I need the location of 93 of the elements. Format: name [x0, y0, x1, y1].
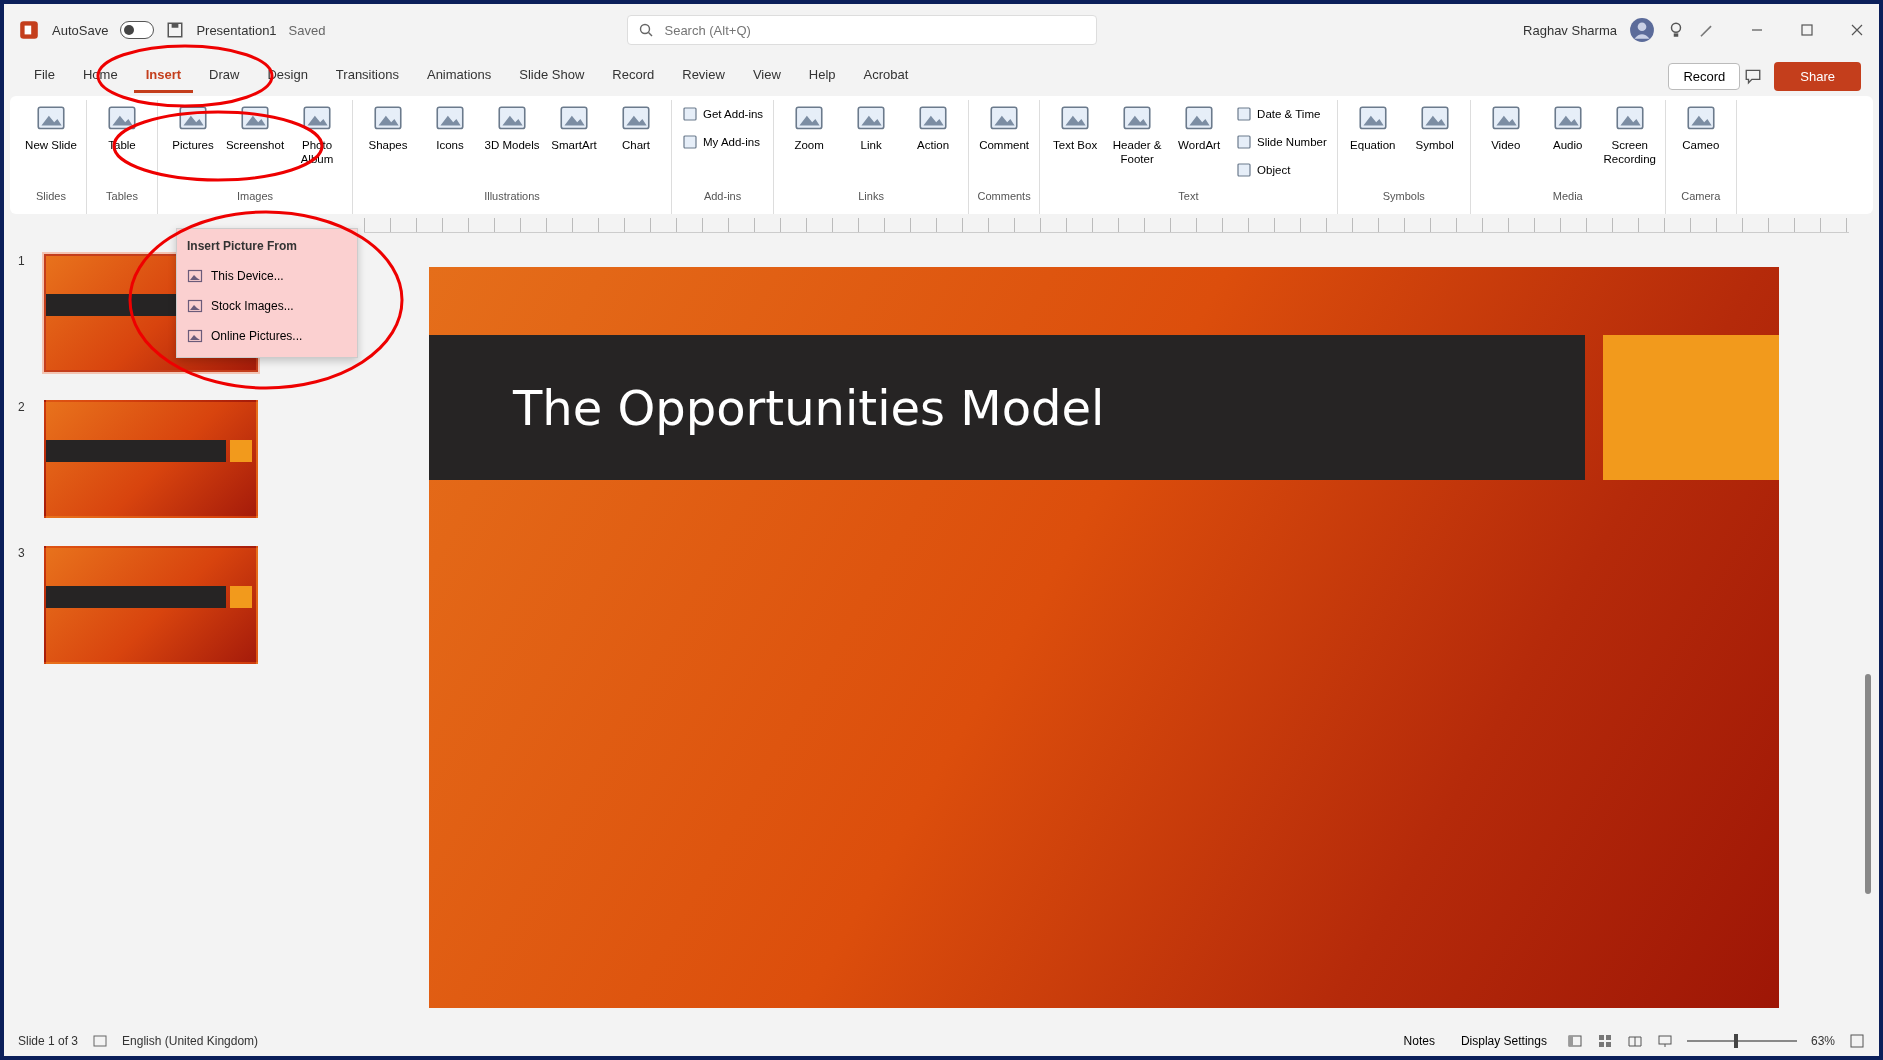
tile-icon: [1236, 162, 1253, 178]
ribbon-button[interactable]: 3D Models: [481, 100, 543, 188]
autosave-label: AutoSave: [52, 22, 109, 38]
group-label: Links: [857, 190, 885, 204]
normal-view-icon[interactable]: [1566, 1033, 1583, 1049]
search-field[interactable]: Search (Alt+Q): [627, 15, 1098, 45]
menu-item[interactable]: Online Pictures...: [177, 321, 357, 351]
group-label: Illustrations: [483, 190, 541, 204]
maximize-icon[interactable]: [1799, 22, 1815, 38]
ribbon-button[interactable]: Screenshot: [224, 100, 286, 188]
ribbon-button[interactable]: Pictures: [162, 100, 224, 188]
ribbon-button[interactable]: My Add-ins: [676, 128, 770, 156]
grid-view-icon[interactable]: [1596, 1033, 1613, 1049]
ribbon-button[interactable]: Header & Footer: [1106, 100, 1169, 188]
notes-button[interactable]: Notes: [1397, 1033, 1441, 1049]
language-status[interactable]: English (United Kingdom): [122, 1034, 259, 1048]
share-button[interactable]: Share: [1774, 61, 1861, 91]
scrollbar[interactable]: [1865, 674, 1871, 894]
ribbon-button[interactable]: Comment: [973, 100, 1036, 188]
ribbon-button[interactable]: Link: [840, 100, 903, 188]
ribbon-button[interactable]: Audio: [1536, 100, 1599, 188]
save-icon[interactable]: [166, 21, 185, 39]
group-label: Slides: [35, 190, 67, 204]
group-label: Text: [1177, 190, 1200, 204]
ribbon-tab[interactable]: Insert: [133, 59, 194, 93]
ribbon-tab[interactable]: View: [740, 59, 793, 93]
ribbon-button[interactable]: Icons: [419, 100, 481, 188]
group-label: Camera: [1680, 190, 1722, 204]
ribbon-button[interactable]: Get Add-ins: [676, 100, 770, 128]
slide-info: Slide 1 of 3: [18, 1034, 79, 1048]
ribbon-button[interactable]: SmartArt: [543, 100, 605, 188]
zoom-slider-thumb[interactable]: [1734, 1034, 1739, 1048]
tile-icon: [682, 106, 698, 122]
ribbon-button[interactable]: Cameo: [1669, 100, 1732, 188]
close-icon[interactable]: [1849, 22, 1865, 38]
ribbon-tab[interactable]: Slide Show: [507, 59, 597, 93]
slide-thumbnail[interactable]: [44, 546, 258, 664]
ribbon-button[interactable]: Video: [1474, 100, 1537, 188]
search-icon: [638, 22, 655, 38]
slide-number: 2: [18, 400, 26, 414]
image-icon: [187, 298, 203, 314]
group-label: Symbols: [1381, 190, 1426, 204]
slideshow-icon[interactable]: [1656, 1033, 1673, 1049]
ribbon-button[interactable]: Slide Number: [1230, 128, 1333, 156]
group-label: Media: [1551, 190, 1584, 204]
ribbon-tab[interactable]: Acrobat: [851, 59, 921, 93]
ribbon-button[interactable]: Shapes: [357, 100, 419, 188]
group-label: Images: [235, 190, 275, 204]
avatar-icon[interactable]: [1629, 17, 1655, 43]
ribbon-tab[interactable]: Review: [670, 59, 737, 93]
tile-icon: [682, 134, 698, 150]
comment-icon[interactable]: [1744, 67, 1763, 85]
ribbon-button[interactable]: Text Box: [1044, 100, 1107, 188]
user-name: Raghav Sharma: [1523, 22, 1617, 38]
zoom-level[interactable]: 63%: [1810, 1034, 1835, 1048]
search-input[interactable]: Search (Alt+Q): [662, 21, 1087, 39]
reading-view-icon[interactable]: [1626, 1033, 1643, 1049]
ribbon-tab[interactable]: Transitions: [323, 59, 411, 93]
ribbon-button[interactable]: WordArt: [1168, 100, 1231, 188]
menu-item[interactable]: Stock Images...: [177, 291, 357, 321]
slide-number: 3: [18, 546, 26, 560]
ribbon-button[interactable]: Screen Recording: [1598, 100, 1661, 188]
image-icon: [187, 268, 203, 284]
display-settings-button[interactable]: Display Settings: [1454, 1033, 1553, 1049]
slide-title[interactable]: The Opportunities Model: [513, 379, 1105, 436]
ribbon-button[interactable]: Object: [1230, 156, 1333, 184]
save-status: Saved: [288, 22, 326, 38]
ribbon-button[interactable]: Date & Time: [1230, 100, 1333, 128]
slide-number: 1: [18, 254, 26, 268]
ribbon-tab[interactable]: Record: [600, 59, 667, 93]
group-label: Add-ins: [702, 190, 743, 204]
record-button[interactable]: Record: [1668, 62, 1741, 90]
ribbon-button[interactable]: Symbol: [1403, 100, 1466, 188]
group-label: Tables: [105, 190, 139, 204]
ribbon-tab[interactable]: Help: [796, 59, 848, 93]
autosave-toggle[interactable]: [120, 21, 155, 39]
group-label: Comments: [976, 190, 1032, 204]
image-icon: [187, 328, 203, 344]
ribbon-button[interactable]: Action: [902, 100, 965, 188]
ribbon-button[interactable]: Chart: [605, 100, 667, 188]
ribbon-tab[interactable]: File: [22, 59, 67, 93]
file-name: Presentation1: [196, 22, 277, 38]
ribbon-button[interactable]: New Slide: [20, 100, 82, 188]
ribbon-tab[interactable]: Draw: [197, 59, 252, 93]
ribbon-button[interactable]: Equation: [1341, 100, 1404, 188]
slide-thumbnail[interactable]: [44, 400, 258, 518]
menu-item[interactable]: This Device...: [177, 261, 357, 291]
tile-icon: [1236, 106, 1253, 122]
app-logo-icon[interactable]: [18, 19, 40, 41]
tile-icon: [1236, 134, 1253, 150]
menu-heading: Insert Picture From: [186, 238, 299, 255]
ribbon-button[interactable]: Zoom: [778, 100, 841, 188]
ribbon-tab[interactable]: Animations: [414, 59, 504, 93]
